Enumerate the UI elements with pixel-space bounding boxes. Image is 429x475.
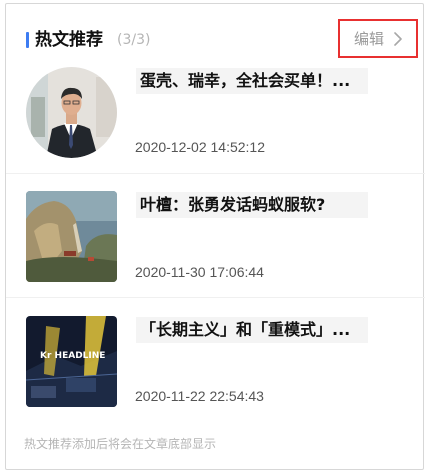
footer-hint: 热文推荐添加后将会在文章底部显示 [24, 437, 217, 451]
headline-cover-text: Kr HEADLINE [40, 351, 105, 361]
edit-label: 编辑 [353, 29, 384, 48]
article-count: (3/3) [117, 32, 151, 48]
edit-button[interactable]: 编辑 [338, 19, 418, 58]
article-thumbnail-painting[interactable] [26, 191, 117, 282]
article-title[interactable]: 「长期主义」和「重模式」... [136, 317, 368, 343]
article-timestamp: 2020-12-02 14:52:12 [135, 139, 265, 155]
article-timestamp: 2020-11-22 22:54:43 [135, 388, 264, 404]
article-title[interactable]: 蛋壳、瑞幸，全社会买单！... [136, 68, 368, 94]
article-thumbnail-headline[interactable]: Kr HEADLINE [26, 316, 117, 407]
article-title[interactable]: 叶檀：张勇发话蚂蚁服软? [136, 192, 368, 218]
section-accent-bar [26, 32, 29, 48]
article-thumbnail-portrait[interactable] [26, 67, 117, 158]
hot-articles-card: 热文推荐 (3/3) 编辑 蛋壳、瑞幸，全社会买单！... 2020-12-02… [5, 3, 425, 470]
chevron-right-icon [394, 31, 402, 46]
divider [6, 173, 425, 174]
divider [6, 297, 425, 298]
section-title: 热文推荐 [35, 30, 103, 50]
article-timestamp: 2020-11-30 17:06:44 [135, 264, 264, 280]
